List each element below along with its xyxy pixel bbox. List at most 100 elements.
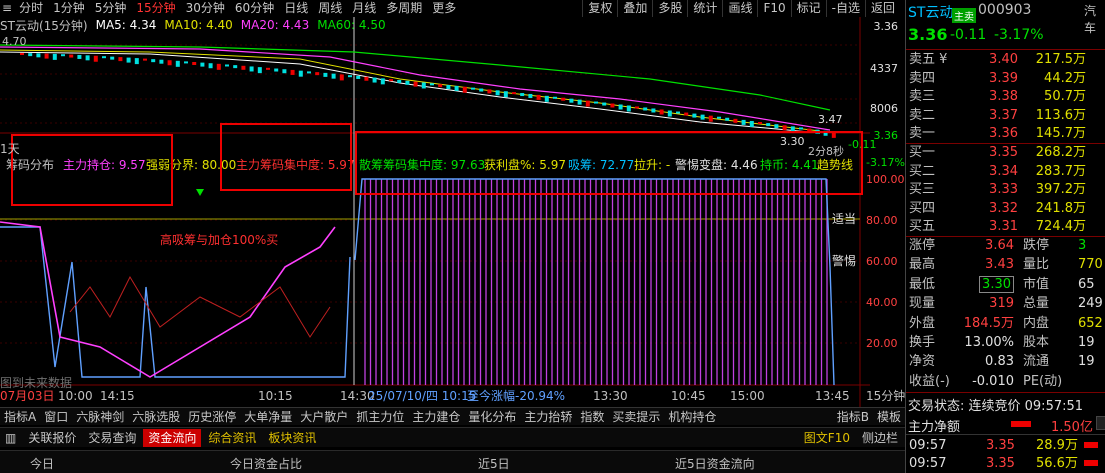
tool-button-5[interactable]: F10 xyxy=(757,0,790,17)
candle xyxy=(438,84,443,88)
tool-button-6[interactable]: 标记 xyxy=(790,0,826,17)
indicator-tab-1[interactable]: 窗口 xyxy=(40,408,72,425)
info-tab-1[interactable]: 交易查询 xyxy=(83,429,141,447)
info-right-0[interactable]: 图文F10 xyxy=(799,429,855,447)
indicator-tab-13[interactable]: 机构持仓 xyxy=(664,408,720,425)
candle xyxy=(290,69,295,75)
info-tab-3[interactable]: 综合资讯 xyxy=(203,429,261,447)
menu-icon[interactable]: ≡ xyxy=(0,0,14,17)
candle xyxy=(749,120,754,127)
info-tab-0[interactable]: 关联报价 xyxy=(23,429,81,447)
candle xyxy=(520,93,525,97)
indicator-tab-15[interactable]: 模板 xyxy=(873,408,905,425)
stat-key: 净资 xyxy=(909,354,936,370)
stat-value: 3.64 xyxy=(985,238,1014,253)
sell-row[interactable]: 卖二 3.37 113.6万 xyxy=(906,106,1105,125)
candle xyxy=(134,58,139,65)
stat-key2: 总量 xyxy=(1023,296,1050,312)
period-tab-1[interactable]: 1分钟 xyxy=(48,0,90,17)
indicator-tab-12[interactable]: 买卖提示 xyxy=(608,408,664,425)
sell-row[interactable]: 卖五 ¥ 3.40 217.5万 xyxy=(906,50,1105,69)
buy-row[interactable]: 买一 3.35 268.2万 xyxy=(906,143,1105,162)
candle xyxy=(307,71,311,74)
stock-name: ST云动 xyxy=(908,5,954,21)
stat-value2: 770 xyxy=(1078,257,1103,273)
tool-button-1[interactable]: 叠加 xyxy=(617,0,652,17)
period-label: 15分钟 xyxy=(866,388,905,403)
indicator-tab-2[interactable]: 六脉神剑 xyxy=(72,408,128,425)
tool-button-3[interactable]: 统计 xyxy=(687,0,722,17)
buy-row[interactable]: 买三 3.33 397.2万 xyxy=(906,180,1105,199)
period-tab-2[interactable]: 5分钟 xyxy=(90,0,132,17)
info-tab-2[interactable]: 资金流向 xyxy=(143,428,202,447)
ma10-value: MA10: 4.40 xyxy=(164,18,233,32)
candle xyxy=(266,67,270,70)
tool-button-8[interactable]: 返回 xyxy=(864,0,900,17)
sell-row[interactable]: 卖三 3.38 50.7万 xyxy=(906,87,1105,106)
candle xyxy=(143,58,147,61)
indicator-tab-9[interactable]: 量化分布 xyxy=(464,408,520,425)
buy-volume: 397.2万 xyxy=(1035,182,1086,198)
info-right-1[interactable]: 侧边栏 xyxy=(857,429,903,447)
top-price-label: 4.70 xyxy=(2,35,27,48)
buy-row[interactable]: 买四 3.32 241.8万 xyxy=(906,199,1105,218)
buy-label: 买四 xyxy=(909,200,936,216)
highlight-box-3 xyxy=(355,131,863,195)
period-tab-7[interactable]: 周线 xyxy=(313,0,347,17)
candle xyxy=(462,86,467,93)
period-tab-0[interactable]: 分时 xyxy=(14,0,48,17)
indicator-tab-0[interactable]: 指标A xyxy=(0,408,40,425)
period-tab-4[interactable]: 30分钟 xyxy=(181,0,230,17)
buy-row[interactable]: 买五 3.31 724.4万 xyxy=(906,217,1105,236)
buy-price: 3.34 xyxy=(989,163,1018,179)
buy-volume: 724.4万 xyxy=(1035,219,1086,235)
period-tab-8[interactable]: 月线 xyxy=(347,0,381,17)
sell-row[interactable]: 卖一 3.36 145.7万 xyxy=(906,124,1105,143)
stock-header[interactable]: ST云动 主卖 000903 汽车 xyxy=(906,0,1105,35)
indicator-tab-8[interactable]: 主力建仓 xyxy=(408,408,464,425)
price-axis-label: 3.36 xyxy=(874,20,899,33)
indicator-tab-7[interactable]: 抓主力位 xyxy=(352,408,408,425)
period-tab-9[interactable]: 多周期 xyxy=(381,0,427,17)
panel-toggle-icon[interactable]: ▥ xyxy=(0,429,21,447)
main-net-toggle[interactable] xyxy=(1096,416,1105,430)
indicator-tab-5[interactable]: 大单净量 xyxy=(240,408,296,425)
tool-button-2[interactable]: 多股 xyxy=(652,0,687,17)
sell-row[interactable]: 卖四 3.39 44.2万 xyxy=(906,69,1105,88)
indicator-tab-6[interactable]: 大户散户 xyxy=(296,408,352,425)
buy-price: 3.32 xyxy=(989,200,1018,216)
stat-value2: 3 xyxy=(1078,238,1087,253)
candle xyxy=(348,75,352,78)
buy-price: 3.31 xyxy=(989,219,1018,235)
period-toolbar: ≡ 分时 1分钟 5分钟 15分钟 30分钟 60分钟 日线 周线 月线 多周期 更多 复权 叠加 多股 统计… xyxy=(0,0,900,17)
candle xyxy=(684,112,689,116)
tool-button-0[interactable]: 复权 xyxy=(582,0,617,17)
period-tab-10[interactable]: 更多 xyxy=(427,0,461,17)
info-tab-4[interactable]: 板块资讯 xyxy=(263,429,321,447)
time-axis-label: 10:00 xyxy=(58,389,93,403)
buy-price: 3.35 xyxy=(989,145,1018,160)
candle xyxy=(126,57,131,63)
buy-label: 买三 xyxy=(909,182,936,198)
period-tab-5[interactable]: 60分钟 xyxy=(230,0,279,17)
stat-key: 现量 xyxy=(909,296,936,312)
candle xyxy=(454,85,459,91)
period-tab-6[interactable]: 日线 xyxy=(279,0,313,17)
indicator-tab-3[interactable]: 六脉选股 xyxy=(128,408,184,425)
main-net-row[interactable]: 主力净额 1.50亿 xyxy=(906,414,1105,435)
stat-row: 净资 0.83 流通 19 xyxy=(906,352,1105,371)
tool-button-4[interactable]: 画线 xyxy=(722,0,757,17)
indicator-tab-14[interactable]: 指标B xyxy=(833,408,873,425)
buy-row[interactable]: 买二 3.34 283.7万 xyxy=(906,162,1105,181)
buy-label: 买二 xyxy=(909,163,936,179)
sell-volume: 50.7万 xyxy=(1044,89,1086,105)
candle xyxy=(184,61,188,64)
period-tab-3[interactable]: 15分钟 xyxy=(131,0,180,17)
tool-button-7[interactable]: -自选 xyxy=(825,0,865,17)
candle xyxy=(413,81,418,87)
buy-price: 3.33 xyxy=(989,182,1018,198)
indicator-tab-11[interactable]: 指数 xyxy=(576,408,608,425)
indicator-tab-10[interactable]: 主力抬轿 xyxy=(520,408,576,425)
indicator-tab-4[interactable]: 历史涨停 xyxy=(184,408,240,425)
kline-chart[interactable]: 3.36433780063.364.703.473.30 -0.112分8秒-3.… xyxy=(0,17,905,407)
